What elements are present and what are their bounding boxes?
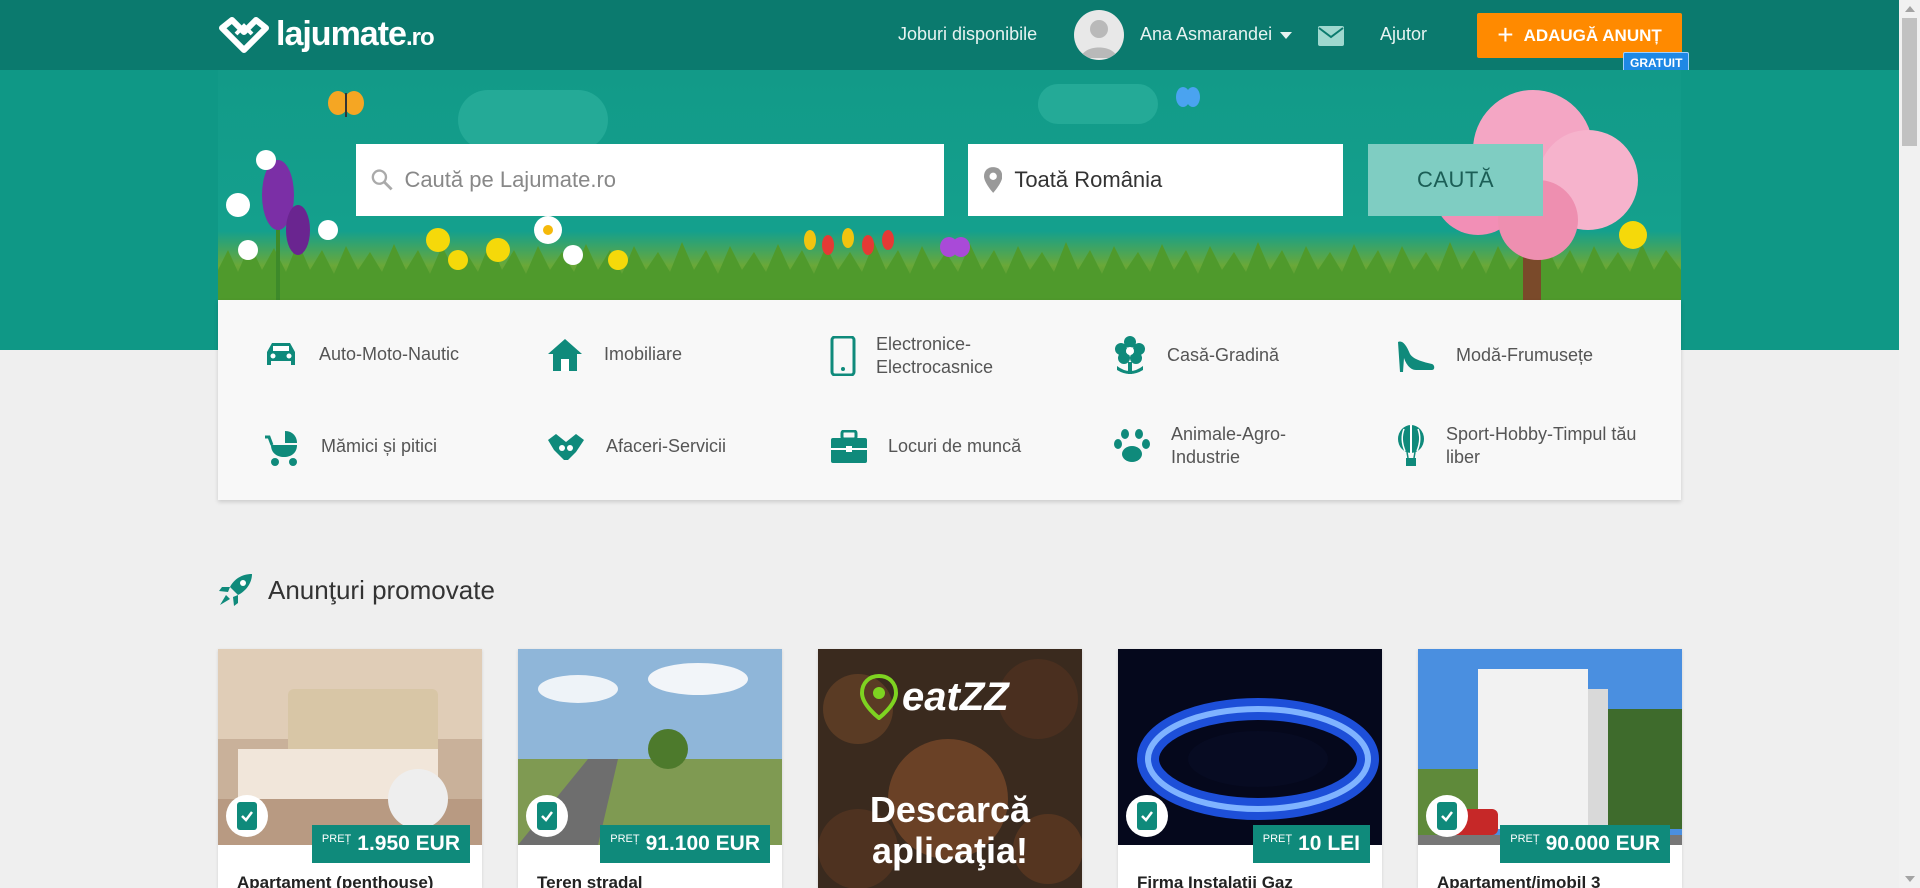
category-auto-moto-nautic[interactable]: Auto-Moto-Nautic: [263, 340, 459, 370]
category-afaceri-servicii[interactable]: Afaceri-Servicii: [546, 430, 726, 464]
chevron-down-icon: [1280, 32, 1293, 39]
listing-title: Apartament (penthouse): [237, 873, 434, 888]
daisy-flowers-decoration: [426, 216, 628, 270]
category-label: Afaceri-Servicii: [606, 436, 727, 457]
category-label: Modă-Frumusețe: [1456, 345, 1594, 366]
location-pin-icon: [860, 674, 898, 720]
mobile-verified-icon: [226, 795, 268, 837]
location-pin-icon: [984, 167, 1003, 193]
location-input[interactable]: [1014, 167, 1343, 193]
category-electronice-electrocasnice[interactable]: Electronice-Electrocasnice: [830, 333, 1020, 380]
location-field[interactable]: [968, 144, 1343, 216]
price-label: PREȚ: [321, 833, 352, 845]
price-label: PREȚ: [610, 833, 640, 845]
butterfly-decoration: [940, 237, 970, 257]
crocus-flowers-decoration: [226, 150, 338, 300]
listing-card[interactable]: PREȚ 10 LEI Firma Instalatii Gaz: [1118, 649, 1382, 888]
search-input[interactable]: [404, 167, 944, 193]
phone-icon: [830, 336, 856, 377]
mobile-verified-icon: [1426, 795, 1468, 837]
category-animale-agro-industrie[interactable]: Animale-Agro-Industrie: [1113, 423, 1313, 470]
price-value: 90.000 EUR: [1545, 832, 1660, 855]
category-label: Sport-Hobby-Timpul tău liber: [1446, 424, 1637, 468]
search-button[interactable]: CAUTĂ: [1368, 144, 1543, 216]
cloud-decoration: [1038, 84, 1158, 124]
price-label: PREȚ: [1262, 833, 1293, 845]
category-casa-gradina[interactable]: Casă-Gradină: [1113, 336, 1279, 376]
price-tag: PREȚ 90.000 EUR: [1500, 825, 1670, 863]
scroll-down-arrow-icon[interactable]: [1905, 876, 1915, 882]
site-logo[interactable]: lajumate.ro: [218, 14, 435, 54]
stroller-icon: [265, 431, 297, 466]
listing-card[interactable]: PREȚ 90.000 EUR Apartament/imobil 3: [1418, 649, 1682, 888]
listing-card[interactable]: PREȚ 91.100 EUR Teren stradal: [518, 649, 782, 888]
user-name-label: Ana Asmarandei: [1140, 24, 1273, 44]
avatar[interactable]: [1074, 10, 1124, 60]
price-tag: PREȚ 10 LEI: [1252, 825, 1370, 863]
promoted-section-header: Anunţuri promovate: [218, 573, 495, 607]
category-label: Casă-Gradină: [1167, 345, 1280, 366]
briefcase-icon: [831, 430, 867, 463]
car-icon: [267, 343, 295, 365]
plus-icon: +: [1497, 18, 1514, 50]
categories-panel: Auto-Moto-Nautic Imobiliare Electronice-…: [218, 300, 1681, 500]
mail-icon[interactable]: [1318, 26, 1344, 51]
balloon-icon: [1398, 425, 1424, 467]
house-icon: [548, 339, 582, 371]
butterfly-decoration: [328, 91, 364, 117]
scroll-up-arrow-icon[interactable]: [1905, 6, 1915, 12]
handshake-icon: [548, 434, 584, 460]
top-header: lajumate.ro Joburi disponibile Ana Asmar…: [0, 0, 1899, 74]
category-mamici-si-pitici[interactable]: Mămici și pitici: [263, 427, 437, 467]
mobile-verified-icon: [526, 795, 568, 837]
eatzz-logo: eatZZ: [860, 674, 1009, 720]
page-scrollbar[interactable]: [1899, 0, 1920, 888]
jobs-link[interactable]: Joburi disponibile: [898, 24, 1037, 45]
promoted-section-title: Anunţuri promovate: [268, 574, 495, 605]
logo-main-text: lajumate: [276, 14, 407, 53]
butterfly-decoration: [1176, 87, 1200, 107]
logo-suffix-text: .ro: [405, 23, 435, 51]
download-app-text: Descarcă aplicaţia!: [818, 789, 1082, 872]
search-icon: [371, 169, 393, 191]
category-label: Imobiliare: [604, 344, 683, 365]
paw-icon: [1114, 429, 1150, 463]
category-locuri-de-munca[interactable]: Locuri de muncă: [830, 430, 1021, 464]
price-value: 10 LEI: [1298, 832, 1360, 855]
category-moda-frumusete[interactable]: Modă-Frumusețe: [1396, 338, 1593, 374]
category-imobiliare[interactable]: Imobiliare: [546, 337, 682, 373]
scrollbar-thumb[interactable]: [1902, 18, 1917, 146]
add-listing-label: ADAUGĂ ANUNȚ: [1523, 25, 1662, 45]
listing-title: Apartament/imobil 3: [1437, 873, 1601, 888]
listing-title: Teren stradal: [537, 873, 643, 888]
help-link[interactable]: Ajutor: [1380, 24, 1427, 45]
search-field[interactable]: [356, 144, 944, 216]
cloud-decoration: [458, 90, 608, 150]
user-silhouette-icon: [1081, 20, 1117, 58]
rocket-icon: [219, 574, 252, 606]
user-menu[interactable]: Ana Asmarandei: [1140, 24, 1293, 45]
flower-icon: [1115, 336, 1145, 374]
app-promo-card[interactable]: eatZZ Descarcă aplicaţia!: [818, 649, 1082, 888]
price-tag: PREȚ 91.100 EUR: [600, 825, 770, 863]
eatzz-brand-text: eatZZ: [902, 674, 1009, 719]
listing-card[interactable]: PREȚ 1.950 EUR Apartament (penthouse): [218, 649, 482, 888]
category-label: Auto-Moto-Nautic: [319, 344, 460, 365]
mobile-verified-icon: [1126, 795, 1168, 837]
price-value: 91.100 EUR: [645, 832, 760, 855]
listing-title: Firma Instalatii Gaz: [1137, 873, 1293, 888]
download-app-line-2: aplicaţia!: [871, 830, 1029, 872]
category-label: Animale-Agro-Industrie: [1171, 424, 1287, 468]
category-sport-hobby[interactable]: Sport-Hobby-Timpul tău liber: [1396, 423, 1646, 470]
category-label: Locuri de muncă: [888, 436, 1022, 457]
download-app-line-1: Descarcă: [869, 789, 1031, 830]
tulip-flowers-decoration: [804, 228, 894, 255]
category-label: Mămici și pitici: [321, 436, 438, 457]
price-tag: PREȚ 1.950 EUR: [311, 825, 470, 863]
category-label: Electronice-Electrocasnice: [876, 334, 994, 378]
price-label: PREȚ: [1510, 833, 1540, 845]
high-heel-icon: [1398, 341, 1435, 372]
logo-hands-icon: [219, 17, 269, 53]
price-value: 1.950 EUR: [357, 832, 460, 855]
